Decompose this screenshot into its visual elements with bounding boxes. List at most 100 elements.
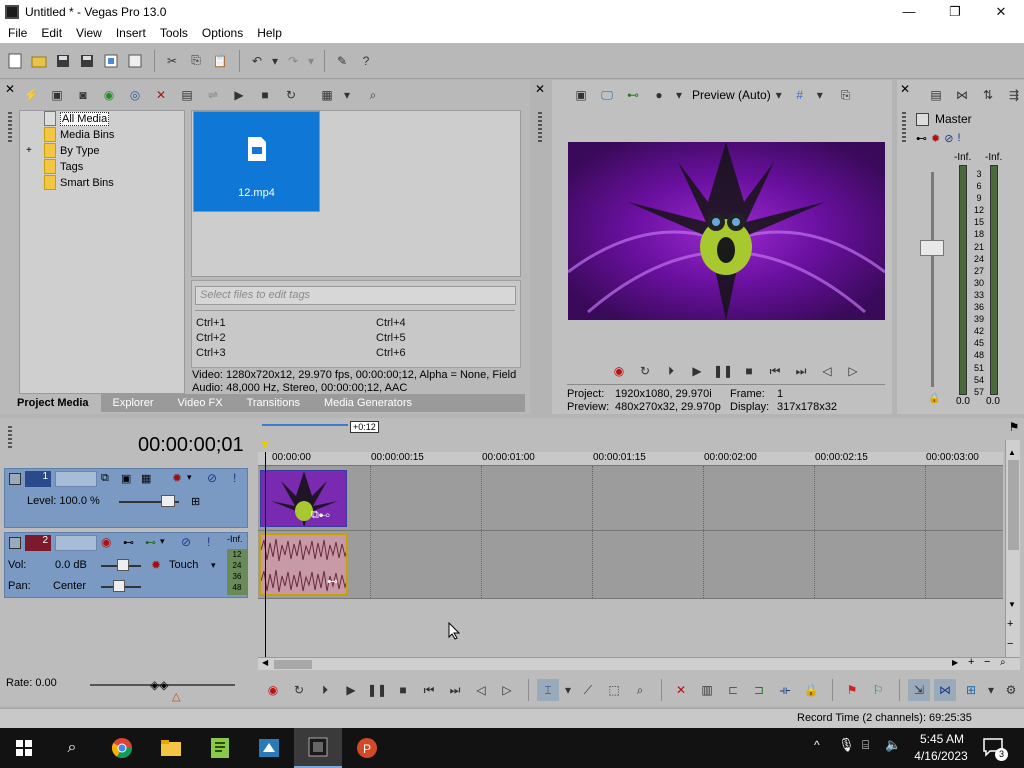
delete-icon[interactable]: ✕	[670, 679, 692, 701]
trim-icon[interactable]: ▥	[696, 679, 718, 701]
scroll-up-icon[interactable]: ▲	[1008, 448, 1016, 457]
rate-slider-handle[interactable]: ◈◈	[150, 678, 168, 692]
panel-grip[interactable]	[8, 112, 12, 142]
trim-start-icon[interactable]: ⊏	[722, 679, 744, 701]
undo-icon[interactable]: ↶	[246, 50, 268, 72]
windows-start-icon[interactable]	[0, 728, 48, 768]
views-icon[interactable]: ▦	[316, 84, 338, 106]
split-icon[interactable]: ⟛	[774, 679, 796, 701]
output-fx-dropdown-icon[interactable]: ▾	[674, 84, 684, 106]
track-fx-icon[interactable]: ✹	[172, 471, 182, 485]
paste-icon[interactable]: 📋	[209, 50, 231, 72]
master-fx-icon[interactable]: ✹	[931, 132, 940, 145]
minimize-button[interactable]: —	[886, 0, 932, 23]
loop-playback-icon[interactable]: ↻	[634, 360, 656, 382]
event-fx-icon[interactable]: ⊷	[327, 575, 338, 588]
track-minimize-icon[interactable]	[9, 537, 21, 549]
invert-phase-icon[interactable]: ⊷	[123, 536, 134, 549]
record-icon[interactable]: ◉	[262, 679, 284, 701]
master-fader-handle[interactable]	[920, 240, 944, 256]
master-lock-icon[interactable]: 🔒	[928, 393, 940, 404]
envelope-tool-icon[interactable]: ⟋	[577, 679, 599, 701]
track-io-icon[interactable]: ⊷	[145, 536, 156, 549]
scroll-right-icon[interactable]: ▶	[952, 658, 958, 667]
compositing-mode-icon[interactable]: ▣	[121, 472, 131, 485]
powerpoint-icon[interactable]: P	[343, 728, 391, 768]
audio-event-clip[interactable]: ⊷	[260, 534, 347, 595]
go-to-end-icon[interactable]: ⏭	[444, 679, 466, 701]
go-to-end-icon[interactable]: ⏭	[790, 360, 812, 382]
video-output-fx-icon[interactable]: ●	[648, 84, 670, 106]
pause-icon[interactable]: ❚❚	[366, 679, 388, 701]
file-explorer-icon[interactable]	[147, 728, 195, 768]
master-solo-icon[interactable]: !	[957, 132, 960, 145]
h-scroll-thumb[interactable]	[274, 660, 312, 669]
network-icon[interactable]: ⌸	[862, 738, 869, 753]
h-zoom-out-icon[interactable]: −	[984, 656, 990, 668]
level-slider-handle[interactable]	[161, 495, 175, 507]
mixer-menu-icon[interactable]: ⇶	[1003, 84, 1024, 106]
taskbar-date[interactable]: 4/16/2023	[910, 749, 972, 763]
lock-envelopes-icon[interactable]: ⚙	[1000, 679, 1022, 701]
overlays-icon[interactable]: #	[789, 84, 811, 106]
split-screen-icon[interactable]: ⊷	[622, 84, 644, 106]
save-as-icon[interactable]	[76, 50, 98, 72]
go-to-start-icon[interactable]: ⏮	[418, 679, 440, 701]
selection-tool-icon[interactable]: ⬚	[603, 679, 625, 701]
search-media-icon[interactable]: ⌕	[362, 84, 384, 106]
master-close-icon[interactable]: ✕	[900, 82, 910, 96]
search-icon[interactable]: ⌕	[48, 728, 96, 768]
tree-item-all-media[interactable]: All Media	[44, 111, 110, 126]
auto-ripple-icon[interactable]: ⇲	[908, 679, 930, 701]
redo-icon[interactable]: ↷	[282, 50, 304, 72]
mute-icon[interactable]: ⊘	[181, 535, 191, 549]
media-file-item[interactable]: 12.mp4	[193, 111, 320, 212]
scroll-down-icon[interactable]: ▼	[1008, 600, 1016, 609]
tab-transitions[interactable]: Transitions	[235, 394, 312, 412]
normal-edit-tool-icon[interactable]: ⌶	[537, 679, 559, 701]
trim-end-icon[interactable]: ⊐	[748, 679, 770, 701]
automation-dropdown-icon[interactable]: ▾	[211, 560, 216, 571]
expand-keyframes-icon[interactable]: ⊞	[191, 495, 200, 508]
menu-view[interactable]: View	[68, 26, 108, 40]
auto-preview-icon[interactable]: ↻	[280, 84, 302, 106]
record-icon[interactable]: ◉	[608, 360, 630, 382]
mixer-properties-icon[interactable]: ▤	[925, 84, 947, 106]
zoom-tool-icon[interactable]: ⌕	[1000, 657, 1006, 668]
preview-quality-dropdown-icon[interactable]: ▾	[773, 84, 785, 106]
taskbar-time[interactable]: 5:45 AM	[914, 732, 970, 746]
snapping-icon[interactable]: ⊞	[960, 679, 982, 701]
copy-snapshot-icon[interactable]: ⎘	[835, 84, 857, 106]
go-to-start-icon[interactable]: ⏮	[764, 360, 786, 382]
whats-this-help-icon[interactable]: ?	[355, 50, 377, 72]
lock-icon[interactable]: 🔒	[800, 679, 822, 701]
track-minimize-icon[interactable]	[9, 473, 21, 485]
automation-mode[interactable]: Touch	[169, 559, 198, 571]
play-icon[interactable]: ▶	[686, 360, 708, 382]
expand-icon[interactable]: +	[26, 145, 40, 156]
arm-record-icon[interactable]: ◉	[101, 535, 111, 549]
preview-properties-icon[interactable]: ▣	[570, 84, 592, 106]
dim-output-icon[interactable]: ⇅	[977, 84, 999, 106]
capture-video-icon[interactable]: ▣	[46, 84, 68, 106]
vegas-pro-taskbar-icon[interactable]	[294, 728, 342, 768]
menu-edit[interactable]: Edit	[33, 26, 68, 40]
tree-item-tags[interactable]: Tags	[44, 159, 83, 174]
new-file-icon[interactable]	[4, 50, 26, 72]
panel-close-icon[interactable]: ✕	[5, 82, 15, 102]
play-from-start-icon[interactable]: ⏵	[314, 679, 336, 701]
show-hidden-icons-icon[interactable]: ^	[814, 738, 820, 752]
master-io-icon[interactable]: ⊷	[916, 132, 927, 145]
menu-file[interactable]: File	[0, 26, 33, 40]
previous-frame-icon[interactable]: ◁	[816, 360, 838, 382]
h-zoom-in-icon[interactable]: +	[968, 656, 974, 668]
video-event-clip[interactable]: ⧉⊷	[260, 470, 347, 527]
preview-quality-select[interactable]: Preview (Auto)	[692, 88, 771, 102]
play-from-start-icon[interactable]: ⏵	[660, 360, 682, 382]
volume-icon[interactable]: 🔈	[885, 737, 901, 753]
downmix-icon[interactable]: ⋈	[951, 84, 973, 106]
horizontal-scrollbar[interactable]: ◀ ▶ + − ⌕	[258, 656, 1020, 670]
track-fx-dropdown-icon[interactable]: ▾	[187, 472, 192, 483]
timeline-grip[interactable]	[8, 426, 12, 450]
playhead-cursor[interactable]	[265, 452, 266, 657]
